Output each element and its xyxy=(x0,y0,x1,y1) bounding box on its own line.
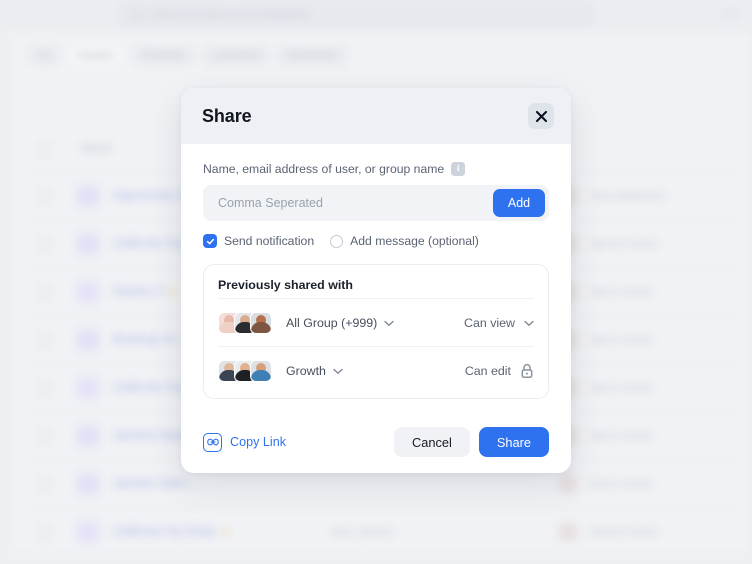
avatar xyxy=(250,359,272,382)
info-icon[interactable]: i xyxy=(451,162,466,176)
chevron-down-icon[interactable] xyxy=(384,314,394,332)
shared-group-name: Growth xyxy=(286,363,326,378)
add-button[interactable]: Add xyxy=(493,189,545,217)
modal-title: Share xyxy=(202,105,252,126)
avatar xyxy=(250,311,272,334)
copy-link-button[interactable]: Copy Link xyxy=(203,432,287,452)
footer-actions: Cancel Share xyxy=(394,427,549,457)
add-message-option[interactable]: Add message (optional) xyxy=(330,234,479,248)
modal-footer: Copy Link Cancel Share xyxy=(181,411,571,473)
send-notification-option[interactable]: Send notification xyxy=(203,234,314,248)
permission-control[interactable]: Can view xyxy=(464,314,534,332)
avatar-group xyxy=(218,311,272,334)
add-message-label: Add message (optional) xyxy=(350,234,479,248)
shared-row-all-group[interactable]: All Group (+999) Can view xyxy=(218,298,534,346)
avatar-group xyxy=(218,359,272,382)
previously-shared-box: Previously shared with All Group (+999) xyxy=(203,264,549,399)
permission-label: Can edit xyxy=(464,363,511,378)
link-icon xyxy=(203,432,222,452)
cancel-button[interactable]: Cancel xyxy=(394,427,470,457)
shared-row-growth[interactable]: Growth Can edit xyxy=(218,346,534,394)
close-icon xyxy=(535,110,547,122)
recipients-field-label: Name, email address of user, or group na… xyxy=(203,162,549,176)
modal-header: Share xyxy=(181,88,571,144)
send-notification-checkbox[interactable] xyxy=(203,234,217,248)
check-icon xyxy=(206,238,214,244)
permission-label: Can view xyxy=(464,315,515,330)
modal-body: Name, email address of user, or group na… xyxy=(181,144,571,411)
recipients-input-wrapper[interactable]: Add xyxy=(203,185,549,221)
lock-icon xyxy=(521,363,533,378)
shared-group-name: All Group (+999) xyxy=(286,315,378,330)
share-options: Send notification Add message (optional) xyxy=(203,234,549,248)
previously-shared-title: Previously shared with xyxy=(218,278,353,292)
copy-link-label: Copy Link xyxy=(230,435,287,449)
chevron-down-icon[interactable] xyxy=(524,314,534,332)
share-button[interactable]: Share xyxy=(478,427,549,457)
share-modal: Share Name, email address of user, or gr… xyxy=(181,88,571,473)
close-button[interactable] xyxy=(528,103,554,129)
chevron-down-icon[interactable] xyxy=(333,362,343,380)
recipients-label-text: Name, email address of user, or group na… xyxy=(203,162,445,176)
send-notification-label: Send notification xyxy=(224,234,315,248)
add-message-radio[interactable] xyxy=(330,234,344,248)
recipients-input[interactable] xyxy=(216,195,493,211)
permission-display: Can edit xyxy=(465,363,534,379)
